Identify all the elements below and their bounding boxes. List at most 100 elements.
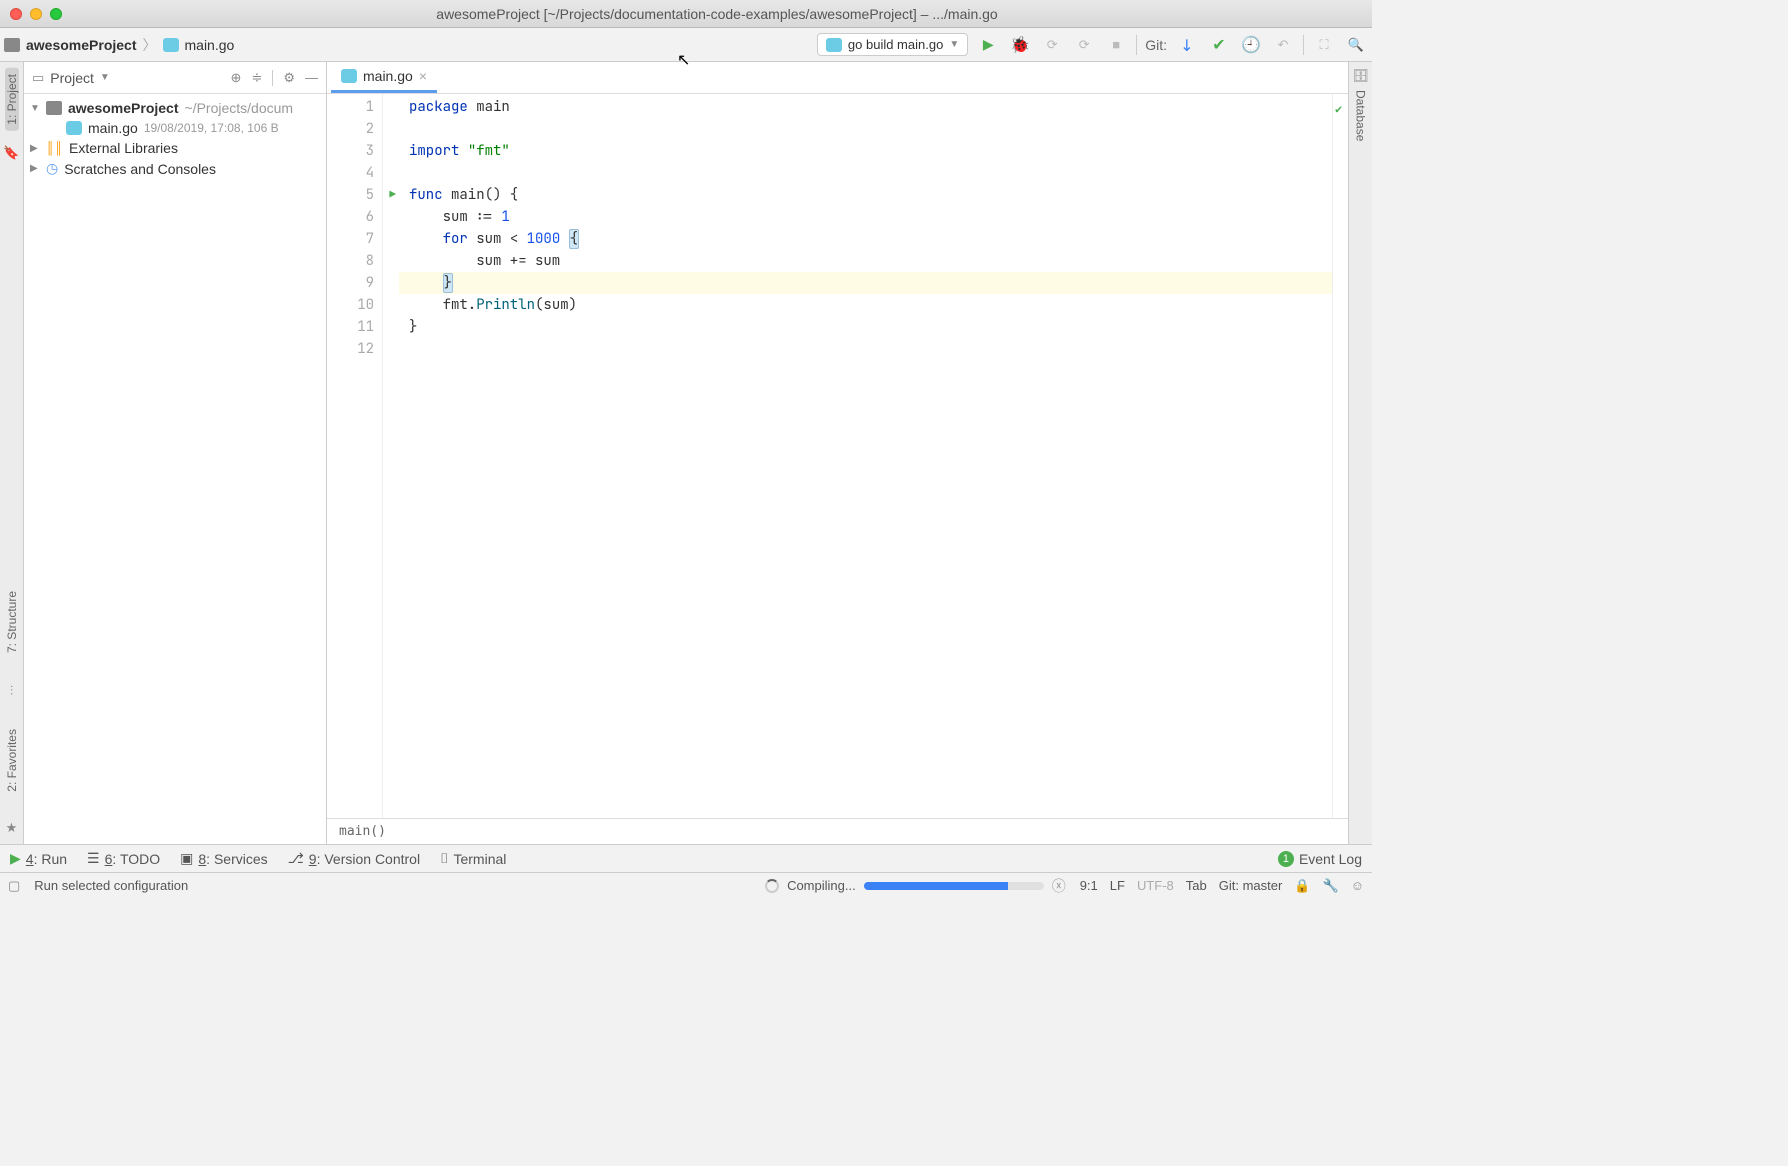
run-line-icon[interactable]: ▶ <box>389 184 396 206</box>
search-everywhere-button[interactable]: 🔍 <box>1344 33 1368 57</box>
tab-label: main.go <box>363 68 413 84</box>
bookmark-icon[interactable]: 🔖 <box>3 145 19 161</box>
code-line[interactable] <box>399 338 1332 360</box>
gutter[interactable]: 12345▶6789101112 <box>327 94 383 818</box>
code-line[interactable]: } <box>399 272 1332 294</box>
progress-bar <box>864 882 1044 890</box>
services-tool-button[interactable]: ▣8: Services <box>180 850 268 867</box>
event-log-button[interactable]: 1 Event Log <box>1278 851 1362 867</box>
run-coverage-button[interactable]: ⟳ <box>1040 33 1064 57</box>
editor-area: main.go × 12345▶6789101112 package main i… <box>327 62 1348 844</box>
code-line[interactable] <box>399 118 1332 140</box>
folder-icon <box>4 38 20 52</box>
code-line[interactable]: sum += sum <box>399 250 1332 272</box>
tree-scratches[interactable]: ▶ ◷ Scratches and Consoles <box>24 158 326 179</box>
status-bar: ▢ Run selected configuration Compiling..… <box>0 872 1372 898</box>
code-line[interactable]: func main() { <box>399 184 1332 206</box>
todo-tool-button[interactable]: ☰6: TODO <box>87 850 160 867</box>
terminal-tool-button[interactable]: ⌷Terminal <box>440 850 506 867</box>
window-zoom-button[interactable] <box>50 8 62 20</box>
right-gutter: ✔ <box>1332 94 1348 818</box>
tree-root[interactable]: ▼ awesomeProject ~/Projects/docum <box>24 98 326 118</box>
project-panel-title[interactable]: Project <box>50 70 94 86</box>
tree-file[interactable]: main.go 19/08/2019, 17:08, 106 B <box>24 118 326 138</box>
code-line[interactable]: for sum < 1000 { <box>399 228 1332 250</box>
run-config-label: go build main.go <box>848 37 943 52</box>
project-view-icon: ▭ <box>32 70 44 86</box>
code-area[interactable]: package main import "fmt" func main() { su… <box>399 94 1332 818</box>
folder-icon <box>46 101 62 115</box>
window-minimize-button[interactable] <box>30 8 42 20</box>
scratch-icon: ◷ <box>46 160 58 177</box>
git-label: Git: <box>1145 37 1167 53</box>
structure-icon: ⫶ <box>10 683 13 699</box>
database-tool-tab[interactable]: Database <box>1354 84 1368 147</box>
status-hint: Run selected configuration <box>34 878 188 893</box>
tree-external-libraries[interactable]: ▶ ║║ External Libraries <box>24 138 326 158</box>
breadcrumb-file[interactable]: main.go <box>185 37 235 53</box>
cancel-progress-button[interactable]: ⓧ <box>1052 876 1066 896</box>
expand-button[interactable]: ⛶ <box>1312 33 1336 57</box>
spinner-icon <box>765 879 779 893</box>
chevron-right-icon: 〉 <box>143 35 157 55</box>
left-tool-rail: 1: Project 🔖 7: Structure ⫶ 2: Favorites… <box>0 62 24 844</box>
code-line[interactable]: package main <box>399 96 1332 118</box>
history-button[interactable]: 🕘 <box>1239 33 1263 57</box>
go-file-icon <box>341 69 357 83</box>
git-update-button[interactable]: ↙ <box>1175 33 1199 57</box>
code-line[interactable]: sum := 1 <box>399 206 1332 228</box>
wrench-icon[interactable]: 🔧 <box>1323 878 1339 894</box>
expand-all-icon[interactable]: ≑ <box>251 70 262 86</box>
breadcrumb-project[interactable]: awesomeProject <box>26 37 137 53</box>
inspection-ok-icon[interactable]: ✔ <box>1333 94 1348 124</box>
bottom-tool-bar: ▶4: Run ☰6: TODO ▣8: Services ⎇9: Versio… <box>0 844 1372 872</box>
vcs-tool-button[interactable]: ⎇9: Version Control <box>288 850 420 867</box>
hector-icon[interactable]: ☺ <box>1351 878 1364 893</box>
lock-icon[interactable]: 🔒 <box>1294 878 1310 894</box>
tool-windows-icon[interactable]: ▢ <box>8 878 20 894</box>
line-ending[interactable]: LF <box>1110 878 1125 893</box>
structure-tool-tab[interactable]: 7: Structure <box>5 585 19 659</box>
star-icon: ★ <box>6 820 18 836</box>
profile-button[interactable]: ⟳ <box>1072 33 1096 57</box>
library-icon: ║║ <box>46 141 63 155</box>
stop-button[interactable]: ■ <box>1104 33 1128 57</box>
titlebar: awesomeProject [~/Projects/documentation… <box>0 0 1372 28</box>
close-tab-icon[interactable]: × <box>419 68 427 84</box>
cursor-position[interactable]: 9:1 <box>1080 878 1098 893</box>
code-line[interactable]: import "fmt" <box>399 140 1332 162</box>
window-close-button[interactable] <box>10 8 22 20</box>
go-file-icon <box>66 121 82 135</box>
code-line[interactable]: } <box>399 316 1332 338</box>
database-icon[interactable]: 🗄 <box>1352 68 1369 84</box>
gear-icon[interactable]: ⚙ <box>283 70 295 86</box>
run-button[interactable]: ▶ <box>976 33 1000 57</box>
encoding[interactable]: UTF-8 <box>1137 878 1174 893</box>
event-count-badge: 1 <box>1278 851 1294 867</box>
editor[interactable]: 12345▶6789101112 package main import "fmt… <box>327 94 1348 818</box>
run-tool-button[interactable]: ▶4: Run <box>10 850 67 867</box>
go-file-icon <box>163 38 179 52</box>
revert-button[interactable]: ↶ <box>1271 33 1295 57</box>
chevron-down-icon[interactable]: ▼ <box>100 72 110 83</box>
window-title: awesomeProject [~/Projects/documentation… <box>72 6 1362 22</box>
indent-info[interactable]: Tab <box>1186 878 1207 893</box>
favorites-tool-tab[interactable]: 2: Favorites <box>5 723 19 798</box>
hide-panel-icon[interactable]: — <box>305 70 318 86</box>
right-tool-rail: 🗄 Database <box>1348 62 1372 844</box>
run-configuration-dropdown[interactable]: go build main.go ▼ <box>817 33 968 56</box>
code-line[interactable] <box>399 162 1332 184</box>
progress-label: Compiling... <box>787 878 856 893</box>
git-commit-button[interactable]: ✔ <box>1207 33 1231 57</box>
project-tool-window: ▭ Project ▼ ⊕ ≑ ⚙ — ▼ awesomeProject ~/P… <box>24 62 327 844</box>
git-branch[interactable]: Git: master <box>1219 878 1283 893</box>
editor-tab[interactable]: main.go × <box>331 62 437 93</box>
locate-icon[interactable]: ⊕ <box>231 70 242 86</box>
project-tool-tab[interactable]: 1: Project <box>5 68 19 131</box>
code-line[interactable]: fmt.Println(sum) <box>399 294 1332 316</box>
project-tree[interactable]: ▼ awesomeProject ~/Projects/docum main.g… <box>24 94 326 183</box>
editor-breadcrumb[interactable]: main() <box>327 818 1348 844</box>
chevron-down-icon: ▼ <box>949 39 959 50</box>
debug-button[interactable]: 🐞 <box>1008 33 1032 57</box>
go-config-icon <box>826 38 842 52</box>
